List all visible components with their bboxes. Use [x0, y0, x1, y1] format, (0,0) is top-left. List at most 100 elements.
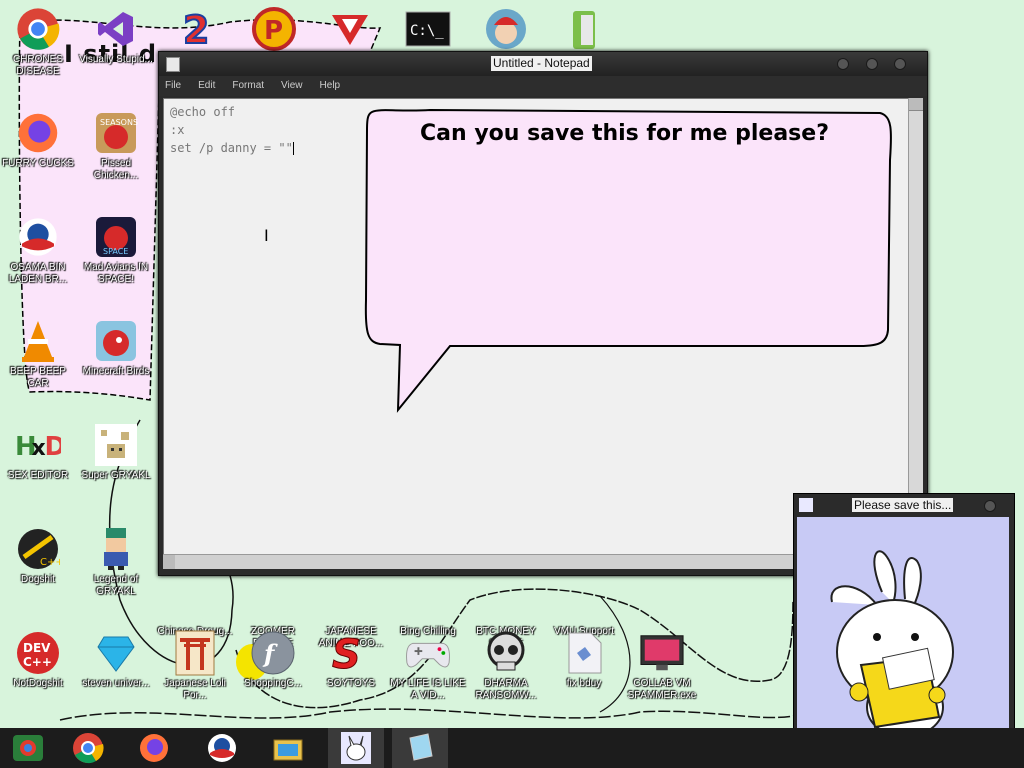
- taskbar-notepad[interactable]: [392, 728, 448, 768]
- desktop-icon-label: NotDogshit: [13, 678, 63, 689]
- script-file-icon: [561, 630, 607, 676]
- desktop-icon[interactable]: Legend of GRYAKL: [78, 526, 154, 598]
- firefox-icon: [140, 734, 168, 762]
- desktop-icon[interactable]: MY LIFE IS LIKE A VID...: [390, 630, 466, 702]
- desktop-icon[interactable]: SEASONS Pissed Chicken...: [78, 110, 154, 182]
- santa-icon: [483, 6, 529, 52]
- svg-text:C++: C++: [40, 557, 60, 568]
- notepad-text-area[interactable]: @echo off:x set /p danny = "": [163, 98, 911, 556]
- scroll-up-arrow-icon[interactable]: [909, 98, 923, 111]
- diamond-icon: [93, 630, 139, 676]
- desktop-icon[interactable]: fix bduy: [546, 630, 622, 690]
- visual-studio-icon: [93, 6, 139, 52]
- desktop-icon[interactable]: FURRY CUCKS: [0, 110, 76, 170]
- close-button[interactable]: [894, 58, 906, 70]
- desktop-icon-label: FURRY CUCKS: [2, 158, 74, 169]
- pixel-cat-icon: [93, 422, 139, 468]
- desktop-icon-label: steven univer...: [82, 678, 150, 689]
- menu-help[interactable]: Help: [320, 76, 341, 96]
- desktop-icon-label: MY LIFE IS LIKE A VID...: [390, 678, 466, 701]
- desktop-icon[interactable]: 2: [157, 6, 233, 54]
- desktop-icon[interactable]: HxD SEX EDITOR: [0, 422, 76, 482]
- text-cursor-icon: I: [264, 226, 269, 245]
- taskbar-chrome[interactable]: [60, 728, 116, 768]
- desktop-icon-label: OSAMA BIN LADEN BR...: [8, 262, 68, 285]
- svg-text:C:\_: C:\_: [410, 23, 444, 39]
- scroll-left-arrow-icon[interactable]: [163, 555, 175, 569]
- angry-birds-space-icon: SPACE: [93, 214, 139, 260]
- desktop-icon-label: fix bduy: [566, 678, 602, 689]
- taskbar-obama[interactable]: [194, 728, 250, 768]
- desktop-icon[interactable]: Japanese Loli Por...: [157, 630, 233, 702]
- pixel-hero-icon: [93, 526, 139, 572]
- svg-text:SEASONS: SEASONS: [100, 118, 138, 127]
- save-window-titlebar[interactable]: Please save this...: [794, 494, 1014, 516]
- red-s-icon: S: [328, 630, 374, 677]
- desktop-icon-label: Visually Stupid...: [79, 54, 153, 65]
- desktop-icon-label: ShoppingC...: [244, 678, 302, 689]
- maximize-button[interactable]: [866, 58, 878, 70]
- text-line: @echo off: [170, 105, 236, 119]
- desktop-icon[interactable]: [546, 6, 622, 54]
- desktop-icon[interactable]: C:\_: [390, 6, 466, 54]
- taskbar-firefox[interactable]: [126, 728, 182, 768]
- menu-edit[interactable]: Edit: [198, 76, 215, 96]
- desktop-icon-label: CHRONES DISEASE: [12, 54, 63, 77]
- desktop-icon[interactable]: f ShoppingC...: [235, 630, 311, 690]
- desktop-icon[interactable]: COLLAB VM SPAMMER.exe: [624, 630, 700, 702]
- svg-text:DEV: DEV: [23, 641, 51, 655]
- taskbar-bunny[interactable]: [328, 728, 384, 768]
- text-line: :x: [170, 123, 185, 137]
- desktop-icon[interactable]: OSAMA BIN LADEN BR...: [0, 214, 76, 286]
- desktop-icon[interactable]: CHRONES DISEASE: [0, 6, 76, 78]
- notepad-content[interactable]: @echo off:x set /p danny = "": [170, 103, 294, 157]
- gamepad-icon: [405, 630, 451, 676]
- windows-start-icon: [13, 735, 43, 761]
- svg-text:D: D: [44, 432, 61, 462]
- desktop-icon[interactable]: steven univer...: [78, 630, 154, 690]
- desktop-icon[interactable]: Chinese Droug...: [157, 578, 233, 638]
- blank-icon: [250, 578, 296, 624]
- desktop-icon[interactable]: SPACE Mad Avians IN SPACE!: [78, 214, 154, 286]
- desktop-icon-label: BEEP BEEP CAR: [10, 366, 66, 389]
- desktop-icon[interactable]: Minecraft Birds: [78, 318, 154, 378]
- blank-icon: [483, 578, 529, 624]
- desktop-icon[interactable]: Visually Stupid...: [78, 6, 154, 66]
- vertical-scrollbar[interactable]: [908, 98, 923, 554]
- menu-view[interactable]: View: [281, 76, 303, 96]
- red-arrow-icon: [327, 6, 373, 52]
- desktop-icon[interactable]: C++ Dogshit: [0, 526, 76, 586]
- blank-icon: [172, 578, 218, 624]
- svg-text:S: S: [332, 632, 361, 676]
- save-window-close-button[interactable]: [984, 500, 996, 512]
- question-2-icon: 2: [172, 6, 218, 52]
- menu-format[interactable]: Format: [232, 76, 264, 96]
- desktop-icon[interactable]: S SOYTOYS: [313, 630, 389, 690]
- desktop-icon-label: Mad Avians IN SPACE!: [83, 262, 149, 285]
- p-icon: P: [251, 6, 297, 52]
- desktop-icon[interactable]: [468, 6, 544, 54]
- desktop-icon[interactable]: Bing Chilling: [390, 578, 466, 638]
- text-caret: [292, 142, 294, 155]
- taskbar-file-explorer[interactable]: [260, 728, 316, 768]
- desktop-icon-label: Dogshit: [21, 574, 55, 585]
- start-button[interactable]: [0, 728, 56, 768]
- desktop-icon[interactable]: BEEP BEEP CAR: [0, 318, 76, 390]
- save-window-content: [797, 517, 1009, 757]
- obama-logo-icon: [208, 734, 236, 762]
- menu-file[interactable]: File: [165, 76, 181, 96]
- svg-text:SPACE: SPACE: [103, 247, 128, 256]
- desktop-icon[interactable]: [312, 6, 388, 54]
- desktop-icon[interactable]: Super GRYAKL: [78, 422, 154, 482]
- desktop-icon[interactable]: DEV C++ NotDogshit: [0, 630, 76, 690]
- blank-icon: [405, 578, 451, 624]
- notepad-titlebar[interactable]: Untitled - Notepad: [159, 52, 927, 76]
- bunny-small-icon: [799, 498, 813, 512]
- save-window[interactable]: Please save this...: [793, 493, 1015, 763]
- desktop-icon[interactable]: P: [236, 6, 312, 54]
- desktop-icon[interactable]: DHARMA RANSOMW...: [468, 630, 544, 702]
- skull-icon: [483, 630, 529, 676]
- taskbar: [0, 728, 1024, 768]
- vlc-cone-icon: [15, 318, 61, 364]
- minimize-button[interactable]: [837, 58, 849, 70]
